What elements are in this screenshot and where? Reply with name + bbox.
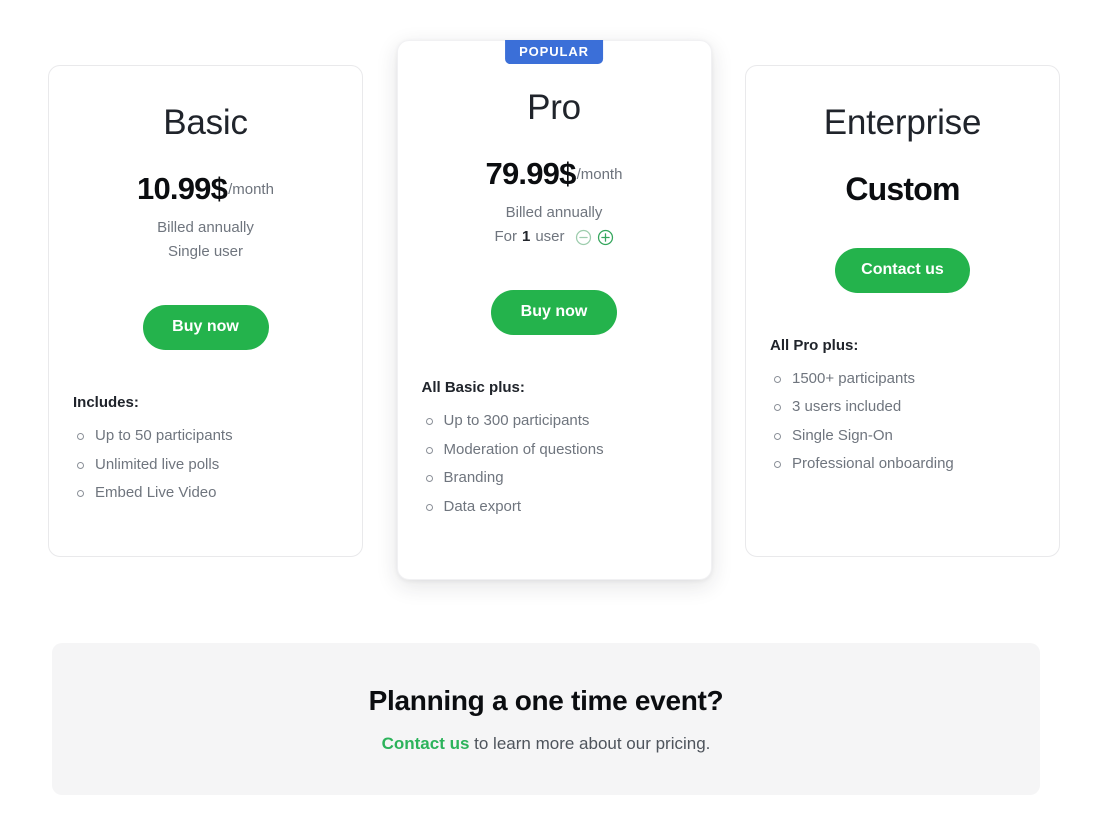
banner-rest-text: to learn more about our pricing. bbox=[469, 733, 711, 753]
seat-suffix-label: user bbox=[535, 228, 565, 246]
list-item: Branding bbox=[422, 464, 687, 493]
billing-note-basic: Billed annually bbox=[157, 218, 254, 236]
price-row-enterprise: Custom bbox=[770, 171, 1035, 208]
cta-wrap-pro: Buy now bbox=[422, 290, 687, 335]
user-count-row-pro: For 1 user bbox=[422, 225, 687, 250]
list-item: Single Sign-On bbox=[770, 422, 1035, 451]
billing-note-pro: Billed annually bbox=[505, 203, 603, 221]
list-item: Professional onboarding bbox=[770, 450, 1035, 479]
list-item: 3 users included bbox=[770, 393, 1035, 422]
list-item: Moderation of questions bbox=[422, 436, 687, 465]
plan-name-basic: Basic bbox=[163, 103, 248, 142]
pricing-card-pro[interactable]: POPULAR Pro 79.99$/month Billed annually… bbox=[396, 40, 712, 580]
list-item: Embed Live Video bbox=[73, 479, 338, 508]
list-item: Up to 300 participants bbox=[422, 407, 687, 436]
seat-prefix-label: For bbox=[494, 228, 517, 246]
list-item: Data export bbox=[422, 493, 687, 522]
quantity-stepper bbox=[575, 229, 614, 246]
price-note-pro: Billed annually For 1 user bbox=[422, 201, 687, 251]
list-item: Unlimited live polls bbox=[73, 451, 338, 480]
price-amount-enterprise: Custom bbox=[845, 170, 960, 207]
features-basic: Includes: Up to 50 participants Unlimite… bbox=[73, 394, 338, 508]
price-row-basic: 10.99$/month bbox=[73, 171, 338, 207]
price-note-basic: Billed annually Single user bbox=[73, 216, 338, 266]
banner-title: Planning a one time event? bbox=[368, 684, 724, 716]
price-period-pro: /month bbox=[576, 165, 623, 183]
price-amount-basic: 10.99$ bbox=[137, 170, 228, 206]
pricing-card-basic[interactable]: Basic 10.99$/month Billed annually Singl… bbox=[48, 65, 363, 557]
price-amount-pro: 79.99$ bbox=[485, 155, 577, 191]
banner-subtitle: Contact us to learn more about our prici… bbox=[382, 734, 711, 754]
pricing-card-enterprise[interactable]: Enterprise Custom Contact us All Pro plu… bbox=[745, 65, 1060, 557]
features-pro: All Basic plus: Up to 300 participants M… bbox=[422, 379, 687, 521]
feature-list-basic: Up to 50 participants Unlimited live pol… bbox=[73, 422, 338, 508]
features-title-pro: All Basic plus: bbox=[421, 379, 525, 396]
pricing-plans-grid: Basic 10.99$/month Billed annually Singl… bbox=[48, 40, 1060, 585]
cta-wrap-enterprise: Contact us bbox=[770, 247, 1035, 293]
price-period-basic: /month bbox=[228, 180, 274, 198]
list-item: 1500+ participants bbox=[770, 365, 1035, 394]
features-title-basic: Includes: bbox=[73, 394, 139, 411]
pricing-page: Basic 10.99$/month Billed annually Singl… bbox=[0, 0, 1108, 825]
buy-now-button-basic[interactable]: Buy now bbox=[142, 305, 269, 350]
plan-name-pro: Pro bbox=[527, 88, 581, 127]
list-item: Up to 50 participants bbox=[73, 422, 338, 451]
feature-list-enterprise: 1500+ participants 3 users included Sing… bbox=[770, 365, 1035, 479]
plus-circle-icon[interactable] bbox=[597, 229, 614, 246]
buy-now-button-pro[interactable]: Buy now bbox=[491, 290, 617, 335]
seat-note-basic: Single user bbox=[167, 243, 244, 261]
contact-us-button-enterprise[interactable]: Contact us bbox=[835, 247, 970, 293]
features-enterprise: All Pro plus: 1500+ participants 3 users… bbox=[770, 337, 1035, 479]
one-time-event-banner: Planning a one time event? Contact us to… bbox=[52, 643, 1040, 795]
seat-count-value: 1 bbox=[521, 228, 531, 246]
contact-us-link[interactable]: Contact us bbox=[382, 734, 470, 753]
cta-wrap-basic: Buy now bbox=[73, 305, 338, 350]
feature-list-pro: Up to 300 participants Moderation of que… bbox=[422, 407, 687, 521]
plan-name-enterprise: Enterprise bbox=[823, 103, 982, 142]
status-badge-popular: POPULAR bbox=[505, 40, 603, 64]
features-title-enterprise: All Pro plus: bbox=[770, 336, 859, 354]
price-row-pro: 79.99$/month bbox=[422, 156, 687, 192]
minus-circle-icon[interactable] bbox=[575, 229, 592, 246]
